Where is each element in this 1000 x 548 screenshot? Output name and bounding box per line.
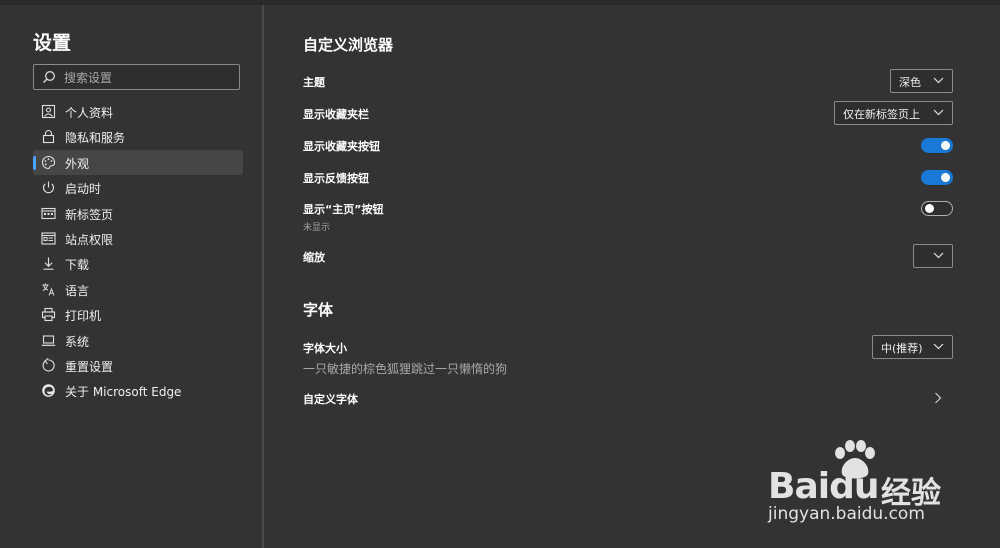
- sidebar-item-label: 语言: [65, 283, 90, 298]
- sidebar-item-privacy[interactable]: 隐私和服务: [33, 124, 243, 149]
- watermark-brand: Baidu: [768, 466, 879, 507]
- sidebar-item-site-permissions[interactable]: 站点权限: [33, 226, 243, 251]
- sidebar-item-startup[interactable]: 启动时: [33, 175, 243, 200]
- feedback-button-label: 显示反馈按钮: [303, 172, 369, 185]
- favorites-bar-label: 显示收藏夹栏: [303, 108, 369, 121]
- sidebar-item-label: 启动时: [65, 182, 102, 197]
- sidebar-item-new-tab[interactable]: 新标签页: [33, 201, 243, 226]
- profile-icon: [41, 104, 56, 119]
- font-size-value: 中(推荐): [881, 342, 923, 355]
- sidebar-item-label: 关于 Microsoft Edge: [65, 385, 182, 400]
- theme-value: 深色: [899, 76, 921, 89]
- chevron-down-icon: [933, 109, 944, 116]
- sidebar-item-reset[interactable]: 重置设置: [33, 353, 243, 378]
- sidebar-nav: 个人资料 隐私和服务 外观 启动时 新标签页 站点权限 下载 语言 打印机 系统…: [33, 99, 243, 404]
- feedback-button-toggle[interactable]: [921, 170, 953, 185]
- laptop-icon: [41, 334, 56, 346]
- toggle-knob: [925, 204, 934, 213]
- site-permissions-icon: [41, 232, 56, 245]
- language-icon: [42, 283, 55, 296]
- new-tab-icon: [41, 207, 56, 219]
- toggle-knob: [941, 173, 950, 182]
- lock-icon: [42, 130, 55, 144]
- sidebar-item-profile[interactable]: 个人资料: [33, 99, 243, 124]
- sidebar-item-label: 下载: [65, 258, 90, 273]
- sidebar-item-label: 站点权限: [65, 232, 114, 247]
- sidebar-item-label: 打印机: [65, 309, 102, 324]
- sidebar-item-label: 系统: [65, 334, 90, 349]
- theme-label: 主题: [303, 76, 325, 89]
- toggle-knob: [941, 141, 950, 150]
- custom-fonts-label[interactable]: 自定义字体: [303, 391, 358, 407]
- chevron-down-icon: [933, 252, 944, 259]
- sidebar-item-printers[interactable]: 打印机: [33, 302, 243, 327]
- reset-icon: [42, 357, 55, 372]
- theme-dropdown[interactable]: 深色: [890, 69, 953, 93]
- zoom-dropdown[interactable]: [913, 244, 953, 268]
- font-size-label: 字体大小: [303, 342, 347, 355]
- sidebar-item-appearance[interactable]: 外观: [33, 149, 243, 176]
- printer-icon: [41, 308, 56, 322]
- search-input[interactable]: [62, 68, 236, 88]
- sidebar-item-label: 新标签页: [65, 207, 114, 222]
- home-button-label: 显示“主页”按钮: [303, 203, 384, 216]
- edge-logo-icon: [42, 384, 55, 398]
- download-icon: [43, 257, 54, 271]
- sidebar-item-languages[interactable]: 语言: [33, 277, 243, 302]
- search-box[interactable]: [33, 64, 240, 90]
- sidebar-item-downloads[interactable]: 下载: [33, 251, 243, 276]
- watermark-url: jingyan.baidu.com: [768, 504, 925, 524]
- zoom-label: 缩放: [303, 251, 325, 264]
- font-size-preview: 一只敏捷的棕色狐狸跳过一只懒惰的狗: [303, 362, 508, 376]
- favorites-bar-value: 仅在新标签页上: [843, 108, 920, 121]
- sidebar-item-label: 重置设置: [65, 359, 114, 374]
- sidebar-item-system[interactable]: 系统: [33, 328, 243, 353]
- palette-icon: [41, 155, 56, 169]
- home-button-toggle[interactable]: [921, 201, 953, 216]
- fonts-title: 字体: [303, 301, 334, 319]
- font-size-dropdown[interactable]: 中(推荐): [872, 335, 953, 359]
- chevron-down-icon: [933, 77, 944, 84]
- sidebar-item-label: 隐私和服务: [65, 131, 126, 146]
- chevron-down-icon: [933, 343, 944, 350]
- favorites-button-toggle[interactable]: [921, 138, 953, 153]
- sidebar-item-label: 个人资料: [65, 106, 114, 120]
- sidebar-item-about[interactable]: 关于 Microsoft Edge: [33, 378, 243, 403]
- favorites-bar-dropdown[interactable]: 仅在新标签页上: [834, 101, 953, 125]
- sidebar-item-label: 外观: [65, 156, 90, 171]
- customize-browser-title: 自定义浏览器: [303, 36, 394, 54]
- favorites-button-label: 显示收藏夹按钮: [303, 140, 380, 153]
- home-button-status: 未显示: [303, 223, 331, 233]
- settings-title: 设置: [33, 32, 72, 54]
- search-icon: [43, 71, 55, 83]
- chevron-right-icon[interactable]: [934, 392, 942, 404]
- power-icon: [43, 181, 54, 194]
- baidu-jingyan-watermark: Baidu 经验 jingyan.baidu.com: [766, 438, 966, 528]
